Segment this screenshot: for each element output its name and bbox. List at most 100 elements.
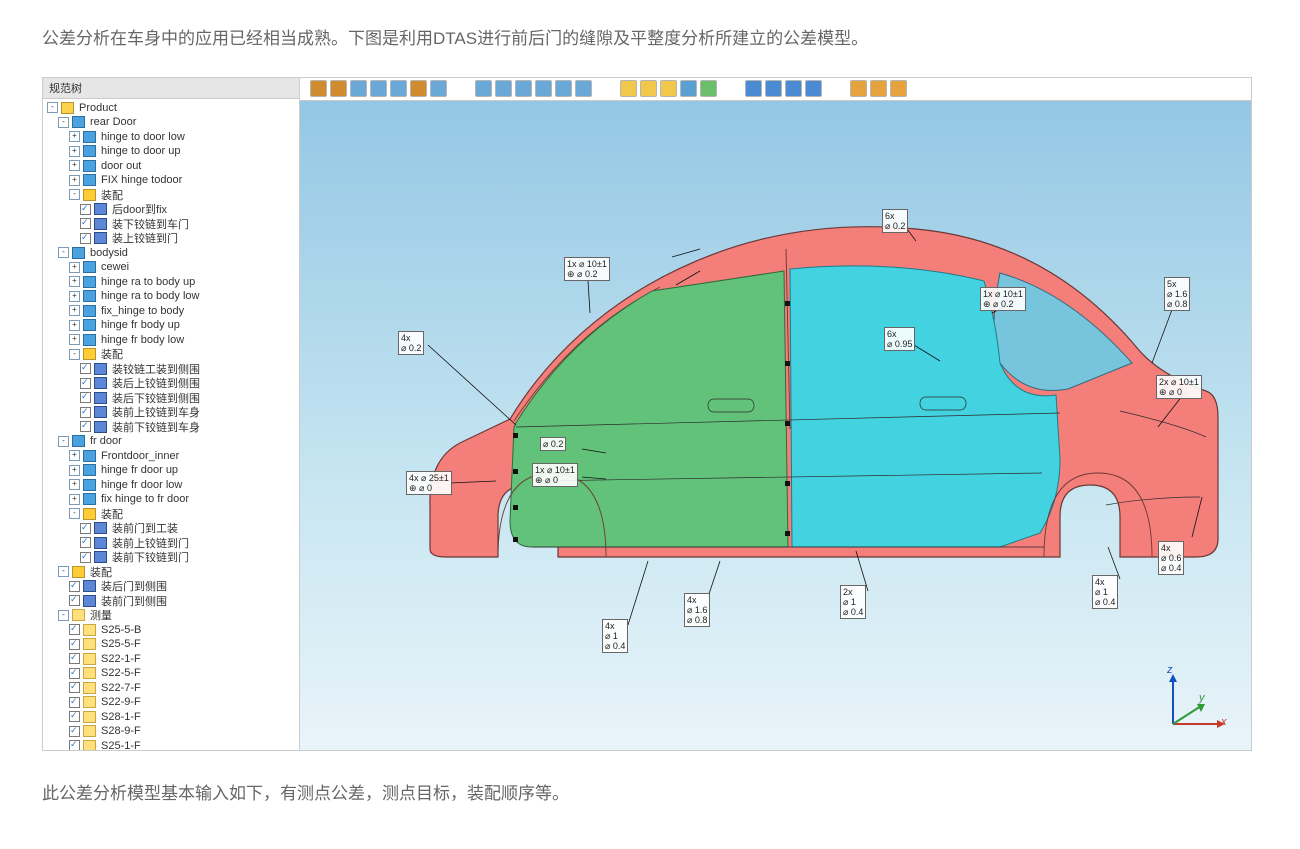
toolbar-button[interactable] [640,80,657,97]
tree-toggle[interactable]: + [69,146,80,157]
tree-toggle[interactable]: - [58,247,69,258]
toolbar-button[interactable] [430,80,447,97]
checkbox-icon[interactable] [69,624,80,635]
checkbox-icon[interactable] [69,682,80,693]
checkbox-icon[interactable] [69,639,80,650]
tree-node[interactable]: -测量 [47,608,297,623]
tree-toggle[interactable]: + [69,262,80,273]
tree-toggle[interactable]: + [69,334,80,345]
toolbar-button[interactable] [680,80,697,97]
toolbar-button[interactable] [700,80,717,97]
checkbox-icon[interactable] [80,552,91,563]
tree-node[interactable]: -bodysid [47,246,297,261]
toolbar-button[interactable] [475,80,492,97]
tree-node[interactable]: 装铰链工装到侧围 [47,362,297,377]
tree-node[interactable]: 装前上铰链到车身 [47,405,297,420]
tree-node[interactable]: S22-5-F [47,666,297,681]
tree-node[interactable]: S28-9-F [47,724,297,739]
checkbox-icon[interactable] [80,523,91,534]
toolbar-button[interactable] [535,80,552,97]
checkbox-icon[interactable] [80,537,91,548]
toolbar-button[interactable] [495,80,512,97]
tree-toggle[interactable]: - [58,610,69,621]
tree-node[interactable]: 装后下铰链到侧围 [47,391,297,406]
checkbox-icon[interactable] [80,363,91,374]
toolbar-button[interactable] [555,80,572,97]
tree-node[interactable]: +cewei [47,260,297,275]
toolbar-button[interactable] [390,80,407,97]
tree-node[interactable]: S22-1-F [47,652,297,667]
checkbox-icon[interactable] [69,668,80,679]
tree-node[interactable]: S22-7-F [47,681,297,696]
tree-node[interactable]: S22-9-F [47,695,297,710]
tree-toggle[interactable]: - [69,349,80,360]
checkbox-icon[interactable] [69,740,80,749]
tree-toggle[interactable]: - [47,102,58,113]
tree-toggle[interactable]: + [69,305,80,316]
checkbox-icon[interactable] [69,711,80,722]
tree-node[interactable]: -装配 [47,565,297,580]
tree-node[interactable]: 后door到fix [47,202,297,217]
toolbar-button[interactable] [330,80,347,97]
tree-node[interactable]: +hinge fr door low [47,478,297,493]
tree-node[interactable]: S25-5-F [47,637,297,652]
tree-node[interactable]: +hinge fr body up [47,318,297,333]
toolbar-button[interactable] [310,80,327,97]
tree-node[interactable]: S28-1-F [47,710,297,725]
tree-node[interactable]: -fr door [47,434,297,449]
checkbox-icon[interactable] [80,233,91,244]
tree-toggle[interactable]: - [69,189,80,200]
viewport[interactable]: 4x⌀ 0.24x ⌀ 25±1⊕ ⌀ 01x ⌀ 10±1⊕ ⌀ 0.2⌀ 0… [300,101,1251,750]
checkbox-icon[interactable] [69,595,80,606]
tree-toggle[interactable]: + [69,479,80,490]
tree-node[interactable]: -Product [47,101,297,116]
toolbar-button[interactable] [370,80,387,97]
tree-toggle[interactable]: - [58,566,69,577]
tree-node[interactable]: +fix_hinge to body [47,304,297,319]
tree-node[interactable]: -装配 [47,188,297,203]
toolbar-button[interactable] [620,80,637,97]
toolbar-button[interactable] [575,80,592,97]
toolbar-button[interactable] [350,80,367,97]
tree-node[interactable]: +hinge ra to body low [47,289,297,304]
tree-node[interactable]: 装后上铰链到侧围 [47,376,297,391]
checkbox-icon[interactable] [80,392,91,403]
checkbox-icon[interactable] [80,421,91,432]
tree-node[interactable]: +hinge fr body low [47,333,297,348]
tree-node[interactable]: +hinge ra to body up [47,275,297,290]
checkbox-icon[interactable] [80,204,91,215]
tree-body[interactable]: -Product-rear Door+hinge to door low+hin… [43,99,299,750]
tree-node[interactable]: +Frontdoor_inner [47,449,297,464]
tree-node[interactable]: 装前上铰链到门 [47,536,297,551]
checkbox-icon[interactable] [69,697,80,708]
tree-node[interactable]: 装前下铰链到门 [47,550,297,565]
tree-toggle[interactable]: + [69,450,80,461]
checkbox-icon[interactable] [69,726,80,737]
toolbar-button[interactable] [785,80,802,97]
tree-node[interactable]: +hinge to door low [47,130,297,145]
tree-node[interactable]: +FIX hinge todoor [47,173,297,188]
tree-toggle[interactable]: + [69,175,80,186]
toolbar-button[interactable] [765,80,782,97]
tree-toggle[interactable]: + [69,276,80,287]
tree-node[interactable]: +hinge fr door up [47,463,297,478]
tree-node[interactable]: -rear Door [47,115,297,130]
checkbox-icon[interactable] [80,218,91,229]
checkbox-icon[interactable] [80,407,91,418]
tree-toggle[interactable]: + [69,291,80,302]
checkbox-icon[interactable] [69,653,80,664]
tree-toggle[interactable]: - [69,508,80,519]
tree-toggle[interactable]: + [69,160,80,171]
tree-node[interactable]: 装上铰链到门 [47,231,297,246]
tree-node[interactable]: +fix hinge to fr door [47,492,297,507]
toolbar-button[interactable] [850,80,867,97]
tree-node[interactable]: 装前下铰链到车身 [47,420,297,435]
tree-node[interactable]: 装下铰链到车门 [47,217,297,232]
tree-toggle[interactable]: + [69,131,80,142]
tree-toggle[interactable]: - [58,117,69,128]
tree-node[interactable]: +hinge to door up [47,144,297,159]
tree-node[interactable]: 装后门到侧围 [47,579,297,594]
tree-node[interactable]: -装配 [47,507,297,522]
tree-node[interactable]: -装配 [47,347,297,362]
tree-toggle[interactable]: - [58,436,69,447]
